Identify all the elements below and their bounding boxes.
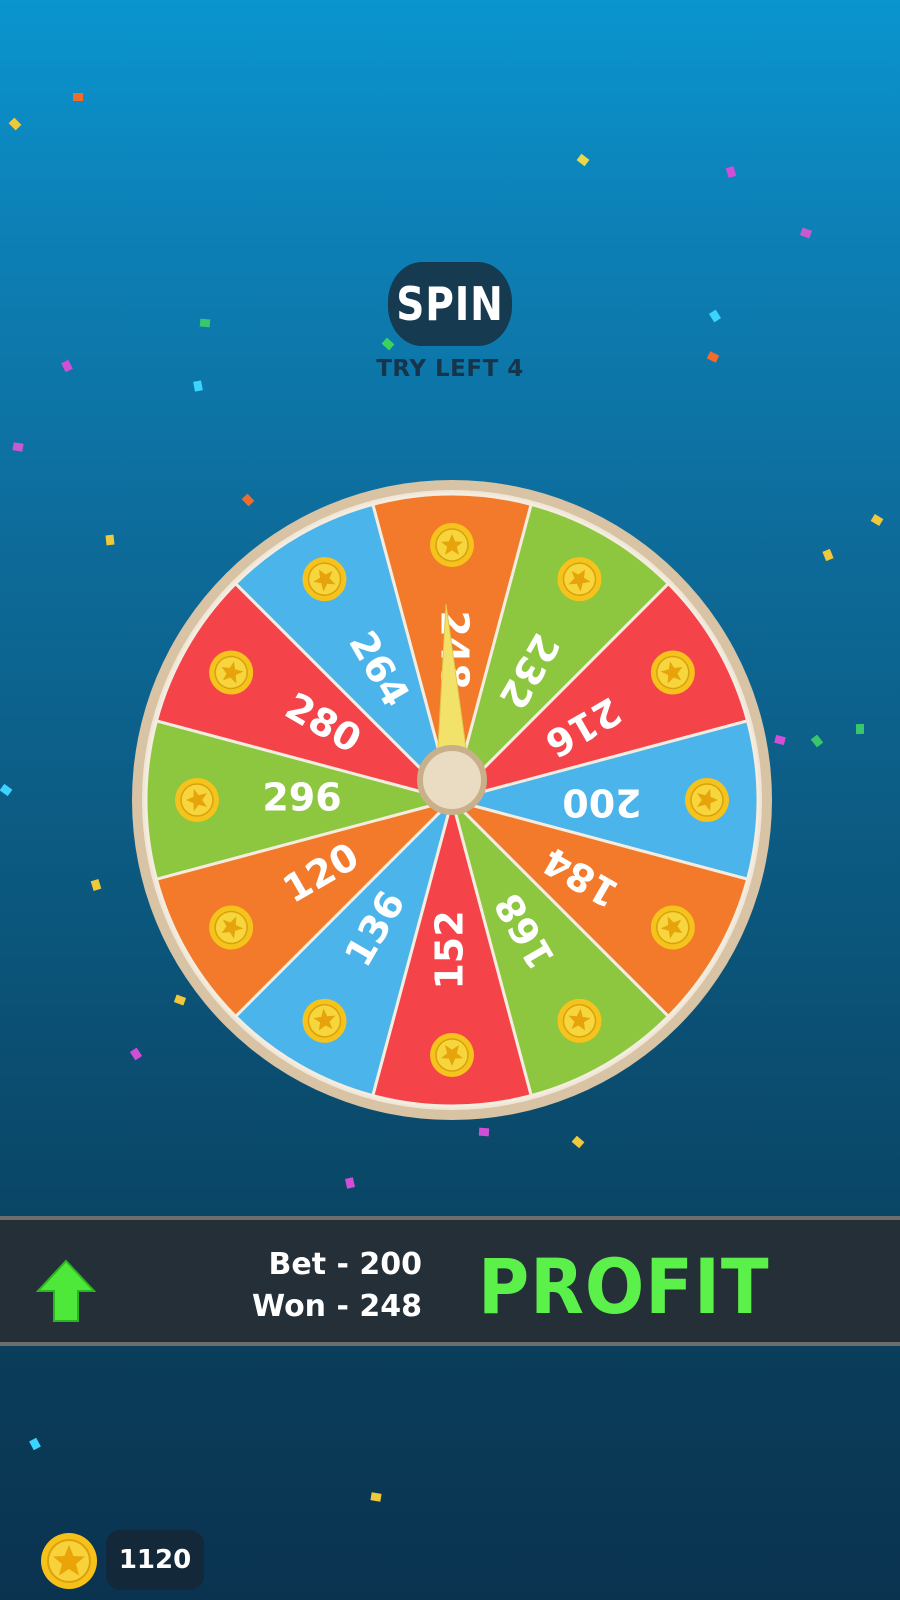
confetti-piece [708, 309, 722, 323]
confetti-piece [822, 548, 834, 562]
confetti-piece [8, 117, 22, 131]
bet-amount: Bet - 200 [268, 1247, 422, 1282]
confetti-piece [855, 723, 865, 735]
won-amount: Won - 248 [252, 1289, 422, 1324]
coin-balance: 1120 [106, 1530, 204, 1590]
confetti-piece [73, 93, 83, 101]
up-arrow-icon [36, 1259, 96, 1322]
confetti-piece [381, 337, 395, 351]
confetti-piece [870, 513, 884, 527]
confetti-piece [193, 380, 203, 392]
confetti-piece [0, 783, 13, 797]
result-panel: Bet - 200 Won - 248 PROFIT [0, 1216, 900, 1346]
confetti-piece [370, 1492, 382, 1502]
confetti-piece [345, 1177, 355, 1189]
segment-value: 296 [262, 776, 341, 820]
confetti-piece [576, 153, 590, 167]
confetti-piece [725, 166, 737, 178]
confetti-piece [799, 227, 813, 239]
segment-coin-icon [430, 1033, 474, 1077]
tries-left-label: TRY LEFT 4 [376, 356, 524, 382]
segment-value: 152 [428, 910, 472, 989]
spin-button[interactable]: SPIN [387, 262, 513, 346]
confetti-piece [90, 879, 102, 891]
segment-coin-icon [175, 778, 219, 822]
segment-value: 200 [562, 781, 641, 825]
result-status: PROFIT [478, 1242, 770, 1331]
coin-icon [41, 1533, 97, 1589]
confetti-piece [478, 1127, 490, 1137]
confetti-piece [571, 1135, 585, 1149]
confetti-piece [29, 1437, 41, 1451]
confetti-piece [12, 442, 24, 452]
wheel-hub [417, 745, 487, 815]
segment-coin-icon [685, 778, 729, 822]
confetti-piece [810, 734, 824, 748]
confetti-piece [105, 534, 115, 546]
confetti-piece [706, 351, 720, 363]
segment-coin-icon [430, 523, 474, 567]
prize-wheel[interactable]: 248 232216200184168152136120296280264 [128, 476, 776, 1124]
confetti-piece [61, 359, 73, 373]
confetti-piece [199, 318, 211, 328]
